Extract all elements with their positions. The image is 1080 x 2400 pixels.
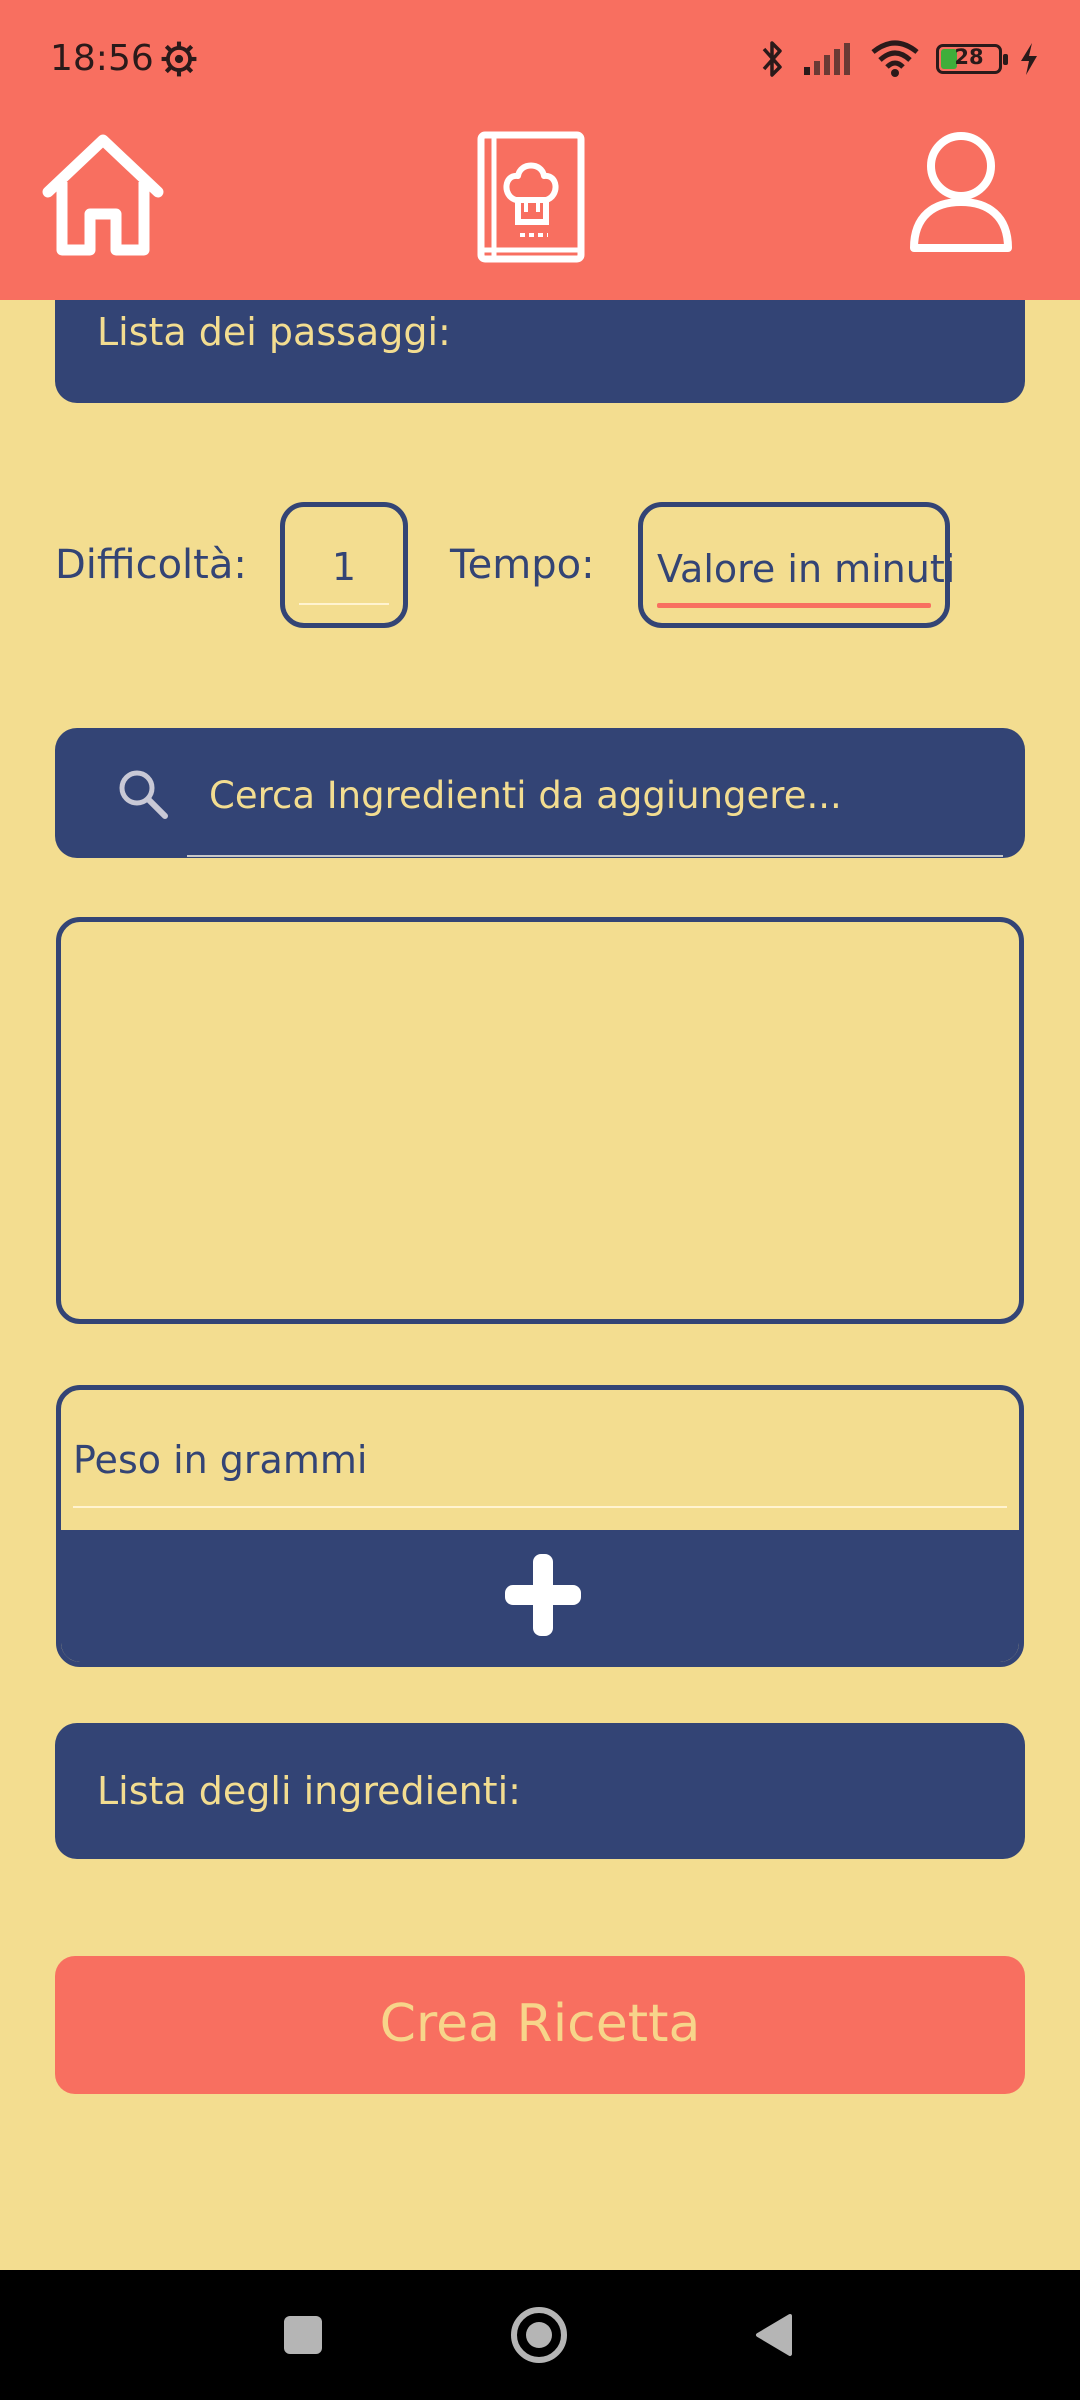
charging-bolt-icon (1021, 43, 1037, 75)
ingredients-list-label: Lista degli ingredienti: (97, 1769, 521, 1813)
recipe-book-icon[interactable] (476, 130, 586, 264)
difficulty-underline (299, 603, 389, 605)
app-header: 18:56 28 (0, 0, 1080, 300)
difficulty-value: 1 (331, 545, 357, 589)
home-circle-icon[interactable] (510, 2306, 568, 2364)
time-input[interactable]: Valore in minuti (638, 502, 955, 628)
ingredients-list-panel[interactable]: Lista degli ingredienti: (55, 1723, 1025, 1859)
battery-level: 28 (954, 45, 984, 69)
weight-underline (73, 1506, 1007, 1508)
time-placeholder: Valore in minuti (657, 547, 956, 591)
wifi-icon (871, 40, 919, 77)
difficulty-input[interactable]: 1 (280, 502, 408, 628)
battery-icon: 28 (936, 44, 1008, 74)
status-time: 18:56 (50, 38, 154, 79)
search-icon (119, 770, 168, 819)
difficulty-label: Difficoltà: (55, 542, 247, 588)
add-ingredient-card: Peso in grammi (56, 1385, 1024, 1667)
status-icons: 28 (760, 36, 1040, 82)
create-recipe-button[interactable]: Crea Ricetta (55, 1956, 1025, 2094)
settings-gear-icon (161, 41, 197, 77)
add-ingredient-button[interactable] (61, 1530, 1019, 1662)
status-bar: 18:56 28 (0, 0, 1080, 120)
ingredient-search-bar[interactable]: Cerca Ingredienti da aggiungere... (55, 728, 1025, 858)
search-underline (187, 855, 1003, 857)
signal-icon (804, 43, 850, 75)
home-icon[interactable] (38, 130, 168, 260)
recents-square-icon[interactable] (284, 2316, 322, 2354)
time-underline (657, 603, 931, 608)
back-triangle-icon[interactable] (752, 2312, 794, 2358)
steps-list-label: Lista dei passaggi: (97, 310, 451, 354)
search-input[interactable]: Cerca Ingredienti da aggiungere... (209, 774, 842, 817)
search-results-list[interactable] (56, 917, 1024, 1324)
create-recipe-label: Crea Ricetta (379, 1994, 701, 2054)
time-label: Tempo: (450, 542, 595, 588)
system-navigation-bar (0, 2270, 1080, 2400)
bluetooth-icon (762, 41, 782, 77)
plus-icon (505, 1554, 581, 1636)
user-icon[interactable] (906, 130, 1016, 258)
weight-input[interactable]: Peso in grammi (73, 1438, 367, 1482)
